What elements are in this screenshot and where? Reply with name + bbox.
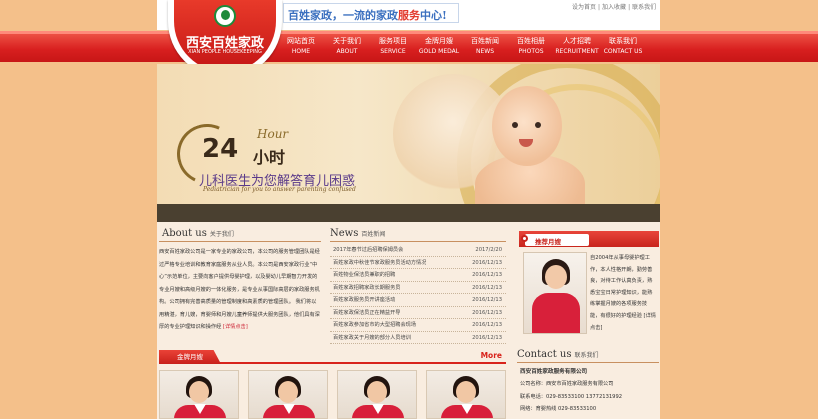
hero-banner[interactable]: Hour 24 小时 儿科医生为您解答育儿困惑 Pediatrician for… (157, 64, 660, 222)
gold-medal-more-link[interactable]: More (481, 351, 502, 360)
contact-line: 联系电话：029-83533100 13772131992 (520, 393, 623, 400)
news-item[interactable]: 百姓家政保洁员正在精益开导 2016/12/13 (330, 307, 506, 319)
news-item[interactable]: 百姓物业保洁员兼职的招聘 2016/12/13 (330, 269, 506, 282)
nav-service[interactable]: 服务项目 SERVICE (370, 36, 416, 57)
banner-tagline-english: Pediatrician for you to answer parenting… (203, 186, 356, 193)
contact-link[interactable]: 联系我们 (632, 4, 656, 11)
nav-home[interactable]: 网站首页 HOME (278, 36, 324, 57)
news-item[interactable]: 百姓家政招聘家政长期服务员 2016/12/13 (330, 282, 506, 294)
news-list: 2017年春节过后招聘保姆员会 2017/2/20 百姓家政中秋佳节家政服务员活动… (330, 244, 506, 344)
contact-section-title: Contact us 联系我们 (517, 349, 599, 360)
contact-line: 网络：育婴热线 029-83533100 (520, 405, 597, 412)
nav-photos[interactable]: 百姓相册 PHOTOS (508, 36, 554, 57)
logo-english-text: XIAN PEOPLE HOUSEKEEPING (188, 49, 262, 55)
news-item[interactable]: 百姓家政关于月嫂的部分人员培训 2016/12/13 (330, 332, 506, 344)
news-item[interactable]: 百姓家政服务员开讲座活动 2016/12/13 (330, 294, 506, 307)
news-section-title: News 百姓新闻 (330, 228, 386, 239)
recommend-text: 自2004年从事母婴护理工作，本人性格开朗，勤劳善良，对待工作认真负责，熟悉宝宝… (590, 255, 656, 331)
nav-gold-medal[interactable]: 金牌月嫂 GOLD MEDAL (416, 36, 462, 57)
banner-hours-label: 小时 (253, 148, 286, 167)
news-item[interactable]: 2017年春节过后招聘保姆员会 2017/2/20 (330, 244, 506, 257)
about-section-title: About us 关于我们 (162, 228, 234, 239)
news-item[interactable]: 百姓家政中秋佳节家政服务员活动方情况 2016/12/13 (330, 257, 506, 269)
banner-hour-label: Hour (257, 127, 289, 141)
staff-photo[interactable] (337, 370, 417, 419)
banner-bottom-bar (157, 204, 660, 222)
recommend-dot-icon (521, 235, 528, 242)
add-favorite-link[interactable]: 加入收藏 (602, 4, 626, 11)
set-homepage-link[interactable]: 设为首页 (572, 4, 596, 11)
contact-line: 公司名称：西安市百姓家政服务有限公司 (520, 381, 614, 388)
recommend-photo[interactable] (523, 252, 587, 334)
gold-medal-list (159, 370, 515, 419)
staff-photo[interactable] (159, 370, 239, 419)
gold-medal-header: 金牌月嫂 More (159, 350, 506, 364)
slogan-banner: 百姓家政，一流的家政服务中心! (283, 3, 459, 23)
nav-about[interactable]: 关于我们 ABOUT (324, 36, 370, 57)
top-links: 设为首页 | 加入收藏 | 联系我们 (572, 4, 657, 11)
about-text: 西安百姓家政公司是一家专业的家政公司，本公司的服务管理团队是经过严格专业培训和教… (159, 249, 320, 330)
staff-photo[interactable] (426, 370, 506, 419)
recommend-header: 推荐月嫂 (519, 231, 659, 247)
nav-recruitment[interactable]: 人才招聘 RECRUITMENT (554, 36, 600, 57)
news-item[interactable]: 百姓家政参加省市的大型招聘会现场 2016/12/13 (330, 319, 506, 332)
banner-24: 24 (202, 134, 239, 164)
main-navbar: 网站首页 HOME 关于我们 ABOUT 服务项目 SERVICE 金牌月嫂 GOLD … (0, 31, 818, 62)
logo-emblem-icon (214, 5, 236, 27)
gold-medal-tab: 金牌月嫂 (159, 350, 221, 364)
nav-contact[interactable]: 联系我们 CONTACT US (600, 36, 646, 57)
about-more-link[interactable]: [详情点击] (223, 324, 248, 330)
contact-info: 西安百姓家政服务有限公司 公司名称：西安市百姓家政服务有限公司 联系电话：029… (520, 366, 660, 415)
company-name: 西安百姓家政服务有限公司 (520, 369, 588, 375)
staff-photo[interactable] (248, 370, 328, 419)
nav-news[interactable]: 百姓新闻 NEWS (462, 36, 508, 57)
